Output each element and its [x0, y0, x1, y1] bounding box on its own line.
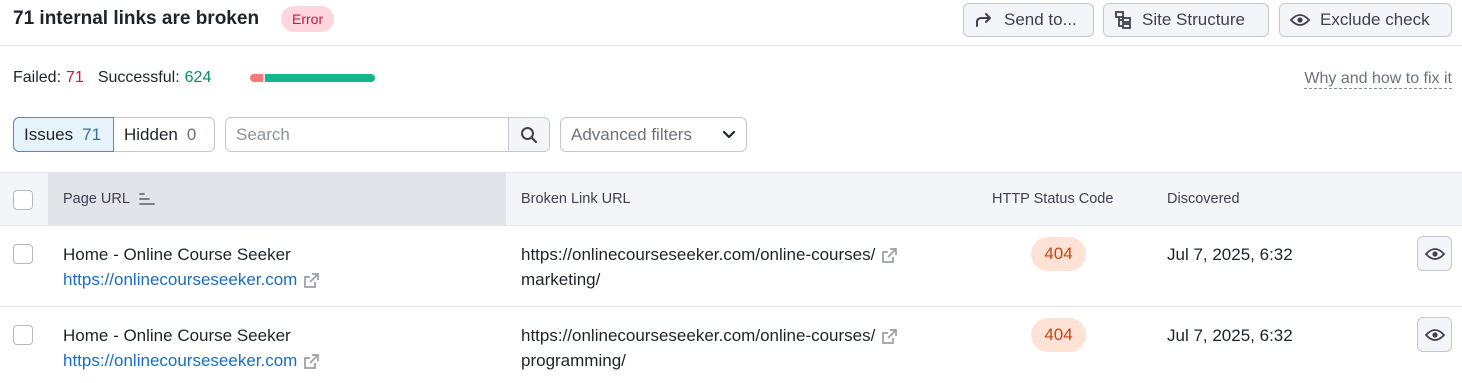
advanced-filters-label: Advanced filters: [571, 124, 692, 144]
page-url-cell: Home - Online Course Seeker https://onli…: [63, 242, 320, 292]
issue-tabs: Issues 71 Hidden 0: [13, 117, 215, 152]
column-discovered[interactable]: Discovered: [1167, 173, 1240, 225]
site-structure-icon: [1115, 11, 1131, 29]
broken-url-cell: https://onlinecourseseeker.com/online-co…: [521, 323, 961, 373]
check-summary: Failed: 71 Successful: 624: [13, 69, 211, 87]
eye-icon: [1424, 328, 1445, 341]
site-structure-button[interactable]: Site Structure: [1103, 3, 1269, 37]
page-title: 71 internal links are broken: [13, 8, 260, 29]
row-checkbox[interactable]: [13, 325, 33, 345]
eye-icon: [1424, 247, 1445, 260]
page-url-cell: Home - Online Course Seeker https://onli…: [63, 323, 320, 373]
tab-issues-count: 71: [82, 124, 102, 144]
advanced-filters-dropdown[interactable]: Advanced filters: [560, 117, 747, 152]
exclude-check-label: Exclude check: [1320, 10, 1430, 29]
share-arrow-icon: [976, 13, 991, 27]
view-details-button[interactable]: [1417, 236, 1452, 271]
external-link-icon[interactable]: [881, 328, 898, 345]
tab-hidden[interactable]: Hidden 0: [114, 117, 215, 152]
discovered-date: Jul 7, 2025, 6:32: [1167, 326, 1293, 345]
exclude-check-button[interactable]: Exclude check: [1279, 3, 1452, 37]
table-header: Page URL Broken Link URL HTTP Status Cod…: [0, 172, 1462, 226]
page-url-link[interactable]: https://onlinecourseseeker.com: [63, 351, 297, 370]
error-badge: Error: [281, 6, 335, 32]
send-to-label: Send to...: [1004, 10, 1077, 29]
external-link-icon[interactable]: [303, 353, 320, 370]
broken-url-text-line1: https://onlinecourseseeker.com/online-co…: [521, 245, 876, 264]
search-button[interactable]: [508, 118, 549, 151]
broken-url-text-line2: marketing/: [521, 270, 601, 289]
discovered-date: Jul 7, 2025, 6:32: [1167, 245, 1293, 264]
column-page-url-label: Page URL: [63, 191, 130, 207]
broken-url-cell: https://onlinecourseseeker.com/online-co…: [521, 242, 961, 292]
status-badge: 404: [1031, 237, 1086, 271]
tab-issues[interactable]: Issues 71: [13, 117, 114, 152]
status-badge: 404: [1031, 318, 1086, 352]
page-url-link[interactable]: https://onlinecourseseeker.com: [63, 270, 297, 289]
broken-links-table: Page URL Broken Link URL HTTP Status Cod…: [0, 172, 1462, 383]
select-all-checkbox[interactable]: [13, 190, 33, 210]
table-row: Home - Online Course Seeker https://onli…: [0, 307, 1462, 383]
send-to-button[interactable]: Send to...: [963, 3, 1094, 37]
broken-url-text-line1: https://onlinecourseseeker.com/online-co…: [521, 326, 876, 345]
sort-icon: [139, 193, 155, 205]
chevron-down-icon: [722, 130, 736, 139]
column-page-url[interactable]: Page URL: [48, 173, 506, 225]
why-fix-link[interactable]: Why and how to fix it: [1304, 69, 1452, 89]
search-input[interactable]: [226, 118, 508, 151]
tab-hidden-label: Hidden: [124, 124, 178, 144]
successful-label: Successful:: [97, 69, 180, 86]
site-structure-label: Site Structure: [1142, 10, 1245, 29]
progress-successful-segment: [264, 74, 375, 82]
external-link-icon[interactable]: [881, 247, 898, 264]
progress-failed-segment: [250, 74, 263, 82]
eye-icon: [1290, 14, 1310, 26]
table-row: Home - Online Course Seeker https://onli…: [0, 226, 1462, 307]
view-details-button[interactable]: [1417, 317, 1452, 352]
failed-count: 71: [66, 69, 84, 86]
row-checkbox[interactable]: [13, 244, 33, 264]
report-header: 71 internal links are broken Error Send …: [0, 0, 1462, 46]
search-icon: [521, 126, 538, 143]
column-http-status[interactable]: HTTP Status Code: [992, 173, 1113, 225]
search-box: [225, 117, 550, 152]
tab-issues-label: Issues: [24, 124, 74, 144]
tab-hidden-count: 0: [186, 124, 197, 144]
external-link-icon[interactable]: [303, 272, 320, 289]
column-broken-link-url[interactable]: Broken Link URL: [521, 173, 631, 225]
success-progress-bar: [250, 74, 375, 82]
successful-count: 624: [184, 69, 212, 86]
failed-label: Failed:: [13, 69, 62, 86]
page-title-text: Home - Online Course Seeker: [63, 245, 291, 264]
broken-url-text-line2: programming/: [521, 351, 626, 370]
page-title-text: Home - Online Course Seeker: [63, 326, 291, 345]
